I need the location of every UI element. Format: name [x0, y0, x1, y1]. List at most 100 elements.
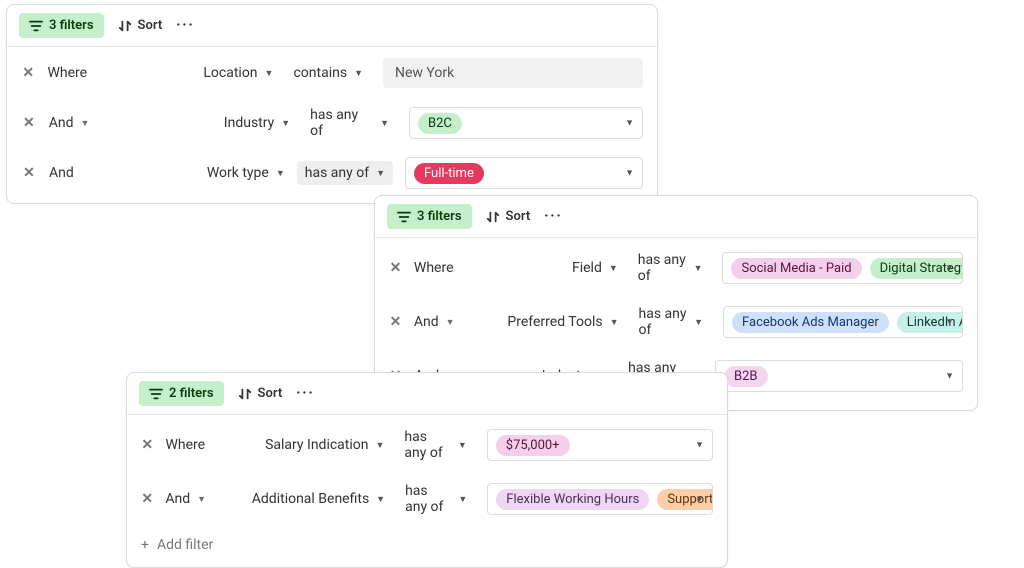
chevron-down-icon: ▼ [945, 317, 954, 328]
sort-button[interactable]: Sort [238, 386, 283, 401]
field-selector[interactable]: Preferred Tools ▼ [479, 314, 619, 330]
more-icon: ··· [296, 386, 315, 401]
filter-icon [149, 387, 163, 401]
remove-filter-button[interactable]: ✕ [21, 65, 35, 81]
conjunction-text: And [414, 314, 439, 330]
remove-filter-button[interactable]: ✕ [389, 314, 402, 330]
conjunction-selector[interactable]: And ▼ [414, 314, 455, 330]
conjunction-text: Where [47, 65, 87, 81]
chevron-down-icon: ▼ [197, 494, 206, 505]
conjunction-label: Where [414, 260, 454, 276]
filter-row: ✕ Where Field ▼ has any of ▼ Social Medi… [389, 248, 963, 288]
operator-selector[interactable]: contains ▼ [285, 61, 371, 85]
chevron-down-icon: ▼ [380, 118, 389, 129]
filters-count-label: 3 filters [49, 18, 94, 33]
filter-rows: ✕ Where Salary Indication ▼ has any of ▼… [127, 415, 727, 567]
filters-button[interactable]: 2 filters [139, 381, 224, 406]
operator-selector[interactable]: has any of ▼ [302, 103, 397, 143]
operator-label: has any of [638, 252, 687, 284]
sort-button[interactable]: Sort [118, 18, 163, 33]
operator-selector[interactable]: has any of ▼ [631, 302, 712, 342]
value-tag-selector[interactable]: Flexible Working Hours Supportive of ▼ [487, 483, 713, 515]
value-tag-selector[interactable]: B2C ▼ [409, 107, 643, 139]
filter-card-header: 3 filters Sort ··· [7, 5, 657, 47]
sort-icon [486, 210, 500, 224]
field-selector[interactable]: Work type ▼ [105, 165, 285, 181]
filter-card-header: 2 filters Sort ··· [127, 373, 727, 415]
chevron-down-icon: ▼ [281, 118, 290, 129]
value-tag-selector[interactable]: Social Media - Paid Digital Strategy ▼ [722, 252, 963, 284]
operator-selector[interactable]: has any of ▼ [397, 479, 475, 519]
value-tag-selector[interactable]: Facebook Ads Manager LinkedIn Ads ▼ [723, 306, 963, 338]
filters-button[interactable]: 3 filters [387, 204, 472, 229]
conjunction-text: And [49, 115, 74, 131]
chevron-down-icon: ▼ [376, 168, 385, 179]
chevron-down-icon: ▼ [458, 440, 467, 451]
operator-label: has any of [310, 107, 373, 139]
filter-card-header: 3 filters Sort ··· [375, 196, 977, 238]
filter-row: ✕ Where Location ▼ contains ▼ New York [21, 57, 643, 89]
sort-label: Sort [138, 18, 163, 33]
filter-icon [29, 19, 43, 33]
tag: B2B [724, 366, 768, 387]
value-tag-selector[interactable]: $75,000+ ▼ [487, 429, 713, 461]
value-tag-selector[interactable]: B2B ▼ [715, 360, 963, 392]
value-tag-selector[interactable]: Full-time ▼ [405, 157, 643, 189]
operator-selector[interactable]: has any of ▼ [630, 248, 711, 288]
operator-selector[interactable]: has any of ▼ [396, 425, 474, 465]
chevron-down-icon: ▼ [354, 68, 363, 79]
operator-label: has any of [404, 429, 450, 461]
conjunction-selector[interactable]: And ▼ [49, 115, 90, 131]
more-icon: ··· [176, 18, 195, 33]
conjunction-label: And [49, 165, 74, 181]
field-selector[interactable]: Salary Indication ▼ [229, 437, 384, 453]
filters-button[interactable]: 3 filters [19, 13, 104, 38]
field-selector[interactable]: Field ▼ [478, 260, 618, 276]
more-button[interactable]: ··· [296, 386, 315, 401]
more-icon: ··· [544, 209, 563, 224]
chevron-down-icon: ▼ [265, 68, 274, 79]
field-label: Work type [207, 165, 269, 181]
chevron-down-icon: ▼ [376, 440, 385, 451]
sort-label: Sort [258, 386, 283, 401]
field-label: Salary Indication [265, 437, 368, 453]
conjunction-text: And [49, 165, 74, 181]
more-button[interactable]: ··· [176, 18, 195, 33]
field-selector[interactable]: Location ▼ [111, 65, 273, 81]
chevron-down-icon: ▼ [376, 494, 385, 505]
add-filter-label: Add filter [157, 537, 213, 553]
conjunction-selector[interactable]: And ▼ [165, 491, 206, 507]
add-filter-button[interactable]: + Add filter [141, 533, 713, 553]
operator-label: has any of [305, 165, 369, 181]
filter-rows: ✕ Where Location ▼ contains ▼ New York ✕… [7, 47, 657, 203]
remove-filter-button[interactable]: ✕ [389, 260, 402, 276]
field-label: Field [572, 260, 602, 276]
remove-filter-button[interactable]: ✕ [21, 165, 37, 181]
sort-button[interactable]: Sort [486, 209, 531, 224]
remove-filter-button[interactable]: ✕ [21, 115, 37, 131]
tag: Social Media - Paid [731, 258, 861, 279]
remove-filter-button[interactable]: ✕ [141, 437, 153, 453]
value-text-input[interactable]: New York [383, 58, 643, 88]
tag: Flexible Working Hours [496, 489, 649, 510]
tag: Supportive of [657, 489, 713, 510]
more-button[interactable]: ··· [544, 209, 563, 224]
field-selector[interactable]: Industry ▼ [113, 115, 290, 131]
chevron-down-icon: ▼ [695, 440, 704, 451]
tag: Facebook Ads Manager [732, 312, 889, 333]
chevron-down-icon: ▼ [610, 317, 619, 328]
conjunction-text: Where [165, 437, 205, 453]
operator-selector[interactable]: has any of ▼ [297, 161, 393, 185]
filter-row: ✕ And Work type ▼ has any of ▼ Full-time… [21, 157, 643, 189]
filter-row: ✕ And ▼ Additional Benefits ▼ has any of… [141, 479, 713, 519]
chevron-down-icon: ▼ [945, 371, 954, 382]
field-selector[interactable]: Additional Benefits ▼ [230, 491, 385, 507]
sort-icon [238, 387, 252, 401]
chevron-down-icon: ▼ [458, 494, 467, 505]
field-label: Industry [224, 115, 274, 131]
operator-label: contains [293, 65, 347, 81]
chevron-down-icon: ▼ [695, 494, 704, 505]
remove-filter-button[interactable]: ✕ [141, 491, 153, 507]
field-label: Location [203, 65, 257, 81]
sort-label: Sort [506, 209, 531, 224]
